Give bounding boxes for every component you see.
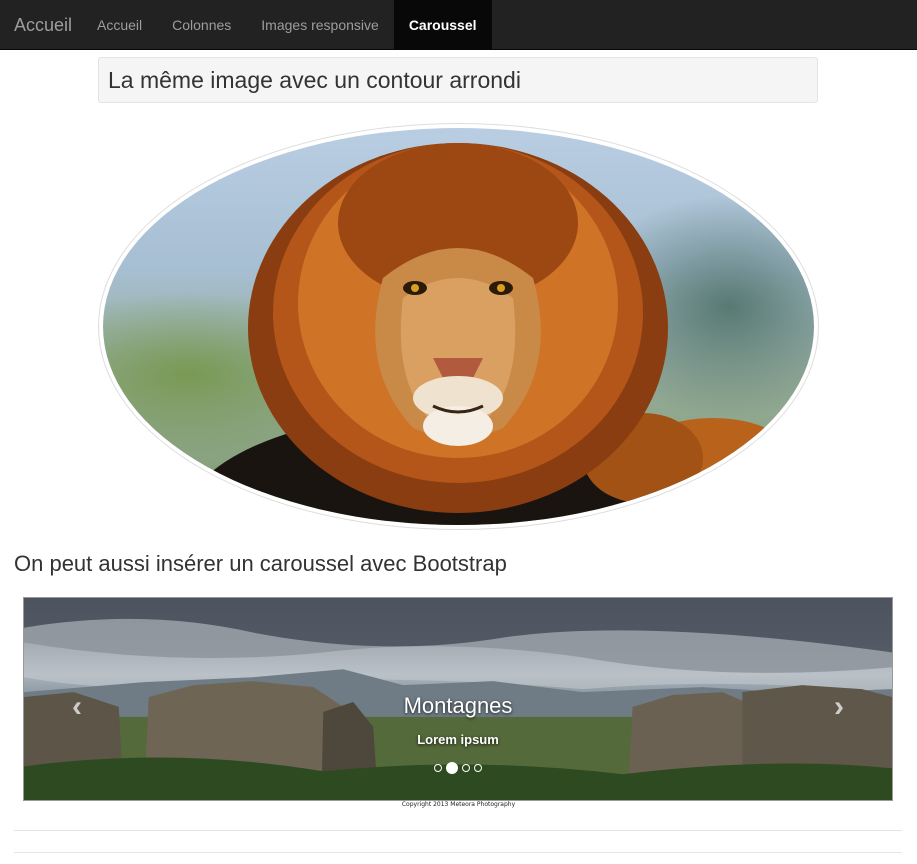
slide-caption-title: Montagnes bbox=[403, 693, 513, 718]
carousel-indicator-4[interactable] bbox=[474, 764, 482, 772]
carousel-indicators bbox=[24, 762, 892, 774]
nav-item-caroussel[interactable]: Caroussel bbox=[393, 0, 492, 50]
lion-illustration bbox=[183, 143, 793, 525]
navbar-brand[interactable]: Accueil bbox=[14, 0, 72, 50]
carousel-indicator-2[interactable] bbox=[446, 762, 458, 774]
image-copyright: Copyright 2013 Meteora Photography bbox=[401, 801, 516, 808]
nav-menu: Accueil Colonnes Images responsive Carou… bbox=[82, 0, 492, 50]
rounded-image-frame bbox=[98, 123, 819, 530]
rounded-image-title: La même image avec un contour arrondi bbox=[98, 57, 818, 103]
slide-caption-text: Lorem ipsum bbox=[417, 732, 499, 747]
divider bbox=[14, 830, 902, 831]
image-carousel[interactable]: ‹ › Montagnes Lorem ipsum bbox=[23, 597, 893, 801]
carousel-indicator-3[interactable] bbox=[462, 764, 470, 772]
nav-item-accueil[interactable]: Accueil bbox=[82, 0, 157, 50]
nav-item-images-responsive[interactable]: Images responsive bbox=[246, 0, 394, 50]
divider bbox=[14, 852, 902, 853]
nav-item-colonnes[interactable]: Colonnes bbox=[157, 0, 246, 50]
top-navbar: Accueil Accueil Colonnes Images responsi… bbox=[0, 0, 917, 50]
carousel-indicator-1[interactable] bbox=[434, 764, 442, 772]
lion-image bbox=[103, 128, 814, 525]
carousel-section-heading: On peut aussi insérer un caroussel avec … bbox=[14, 551, 507, 576]
